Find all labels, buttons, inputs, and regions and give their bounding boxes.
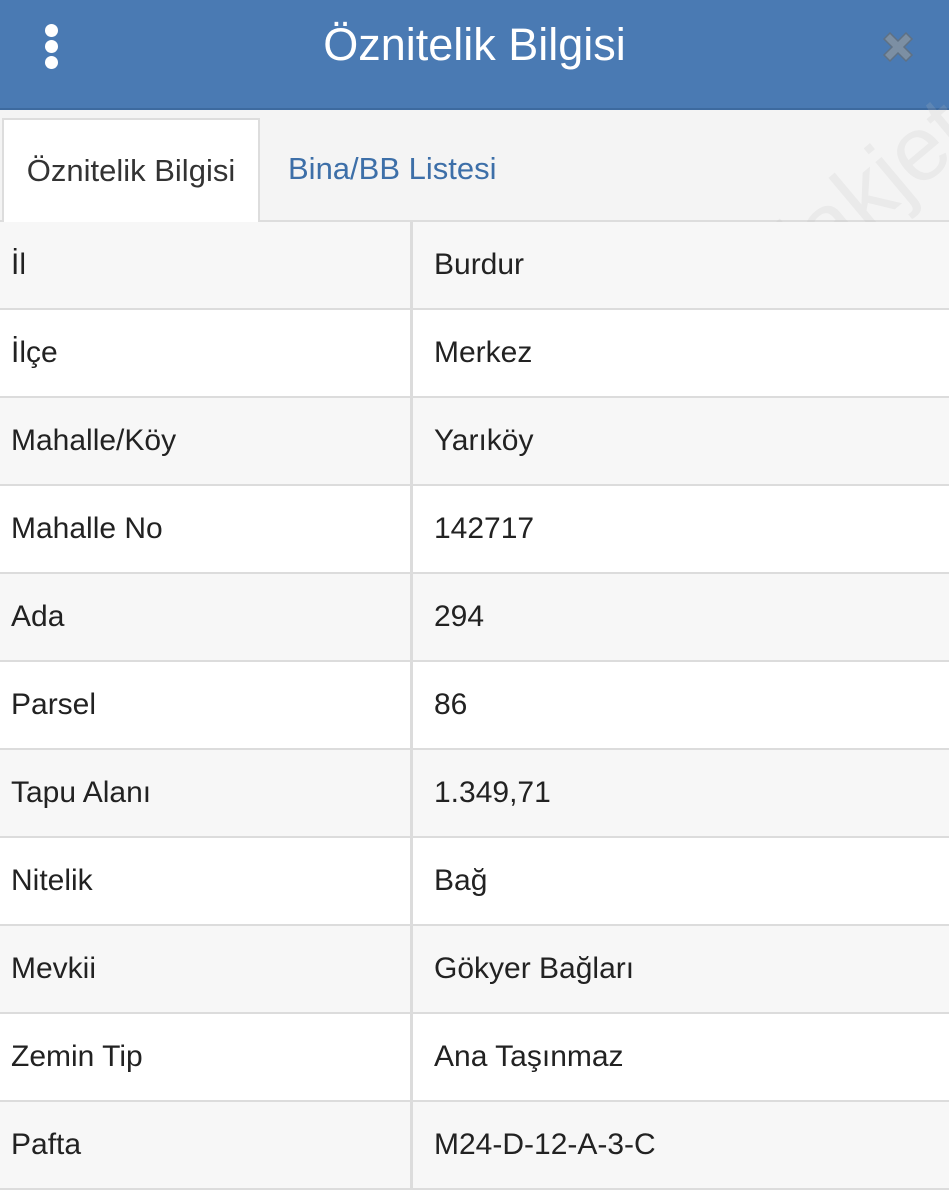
table-row: Tapu Alanı 1.349,71 — [0, 750, 949, 838]
row-key: İlçe — [11, 336, 58, 369]
row-value: Yarıköy — [434, 424, 534, 457]
close-icon[interactable] — [878, 27, 918, 67]
row-key: Mevkii — [11, 952, 97, 985]
table-row: İl Burdur — [0, 222, 949, 310]
row-value: Merkez — [434, 336, 533, 369]
row-value: 86 — [434, 688, 468, 721]
row-value: M24-D-12-A-3-C — [434, 1128, 656, 1161]
column-divider — [410, 486, 413, 574]
row-key: Pafta — [11, 1128, 82, 1161]
table-row: Nitelik Bağ — [0, 838, 949, 926]
row-value: Burdur — [434, 248, 525, 281]
row-key: Parsel — [11, 688, 97, 721]
row-value: Gökyer Bağları — [434, 952, 635, 985]
column-divider — [410, 574, 413, 662]
column-divider — [410, 750, 413, 838]
header-bar: Öznitelik Bilgisi — [0, 0, 949, 110]
row-value: 142717 — [434, 512, 535, 545]
table-row: Mevkii Gökyer Bağları — [0, 926, 949, 1014]
attribute-table: İl Burdur İlçe Merkez Mahalle/Köy Yarıkö… — [0, 222, 949, 1190]
column-divider — [410, 1014, 413, 1102]
table-row: Pafta M24-D-12-A-3-C — [0, 1102, 949, 1190]
row-value: 1.349,71 — [434, 776, 551, 809]
row-key: Tapu Alanı — [11, 776, 152, 809]
column-divider — [410, 398, 413, 486]
tab-bina-bb-listesi[interactable]: Bina/BB Listesi — [288, 118, 497, 220]
row-key: Mahalle/Köy — [11, 424, 177, 457]
row-key: Zemin Tip — [11, 1040, 143, 1073]
row-value: Bağ — [434, 864, 488, 897]
column-divider — [410, 1102, 413, 1190]
column-divider — [410, 838, 413, 926]
dialog-title: Öznitelik Bilgisi — [323, 19, 626, 70]
column-divider — [410, 926, 413, 1014]
table-row: Ada 294 — [0, 574, 949, 662]
table-row: Parsel 86 — [0, 662, 949, 750]
tab-bar: Öznitelik Bilgisi Bina/BB Listesi — [0, 110, 949, 222]
row-key: Mahalle No — [11, 512, 163, 545]
table-row: Zemin Tip Ana Taşınmaz — [0, 1014, 949, 1102]
column-divider — [410, 662, 413, 750]
table-row: İlçe Merkez — [0, 310, 949, 398]
row-key: Nitelik — [11, 864, 93, 897]
table-row: Mahalle No 142717 — [0, 486, 949, 574]
tab-oznitelik-bilgisi[interactable]: Öznitelik Bilgisi — [2, 118, 260, 222]
row-key: İl — [11, 248, 26, 281]
row-value: 294 — [434, 600, 485, 633]
column-divider — [410, 222, 413, 310]
table-row: Mahalle/Köy Yarıköy — [0, 398, 949, 486]
row-key: Ada — [11, 600, 65, 633]
row-value: Ana Taşınmaz — [434, 1040, 624, 1073]
column-divider — [410, 310, 413, 398]
